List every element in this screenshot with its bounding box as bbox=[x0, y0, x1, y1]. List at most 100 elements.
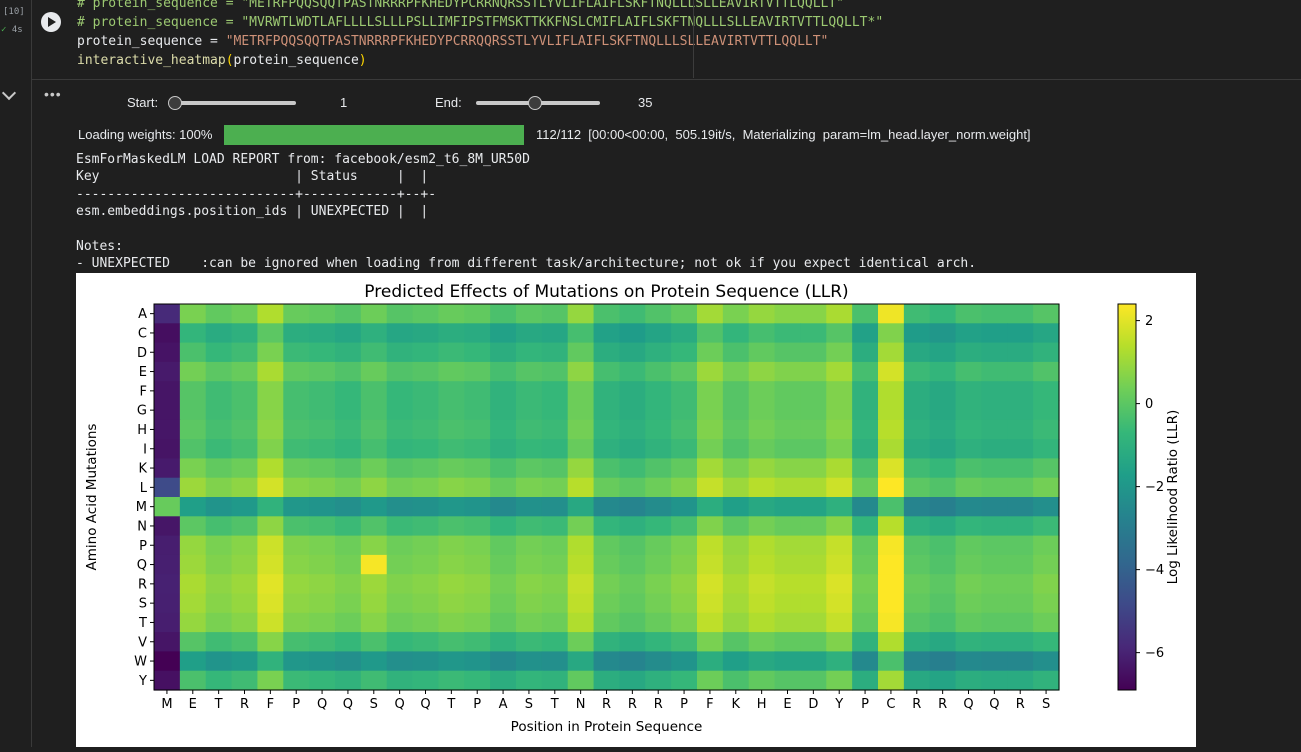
run-cell-button[interactable] bbox=[41, 12, 61, 32]
heatmap-cell bbox=[878, 651, 905, 672]
heatmap-cell bbox=[231, 593, 259, 614]
heatmap-cell bbox=[231, 400, 259, 421]
heatmap-cell bbox=[412, 535, 440, 556]
heatmap-cell bbox=[981, 516, 1008, 537]
heatmap-cell bbox=[412, 439, 440, 459]
heatmap-cell bbox=[438, 477, 465, 498]
heatmap-cell bbox=[386, 400, 414, 421]
heatmap-cell bbox=[826, 439, 853, 459]
heatmap-cell bbox=[903, 400, 931, 421]
heatmap-cell bbox=[412, 593, 440, 614]
heatmap-cell bbox=[800, 342, 827, 363]
heatmap-cell bbox=[567, 458, 595, 479]
heatmap-cell bbox=[826, 458, 853, 479]
heatmap-cell bbox=[722, 612, 750, 633]
heatmap-cell bbox=[283, 632, 310, 652]
heatmap-cell bbox=[903, 516, 931, 537]
heatmap-cell bbox=[774, 574, 802, 595]
heatmap-cell bbox=[335, 593, 362, 614]
heatmap-cell bbox=[516, 342, 543, 363]
heatmap-cell bbox=[929, 535, 957, 556]
heatmap-cell bbox=[386, 554, 414, 575]
heatmap-cell bbox=[516, 535, 543, 556]
heatmap-cell bbox=[671, 361, 698, 382]
heatmap-cell bbox=[154, 342, 181, 363]
heatmap-cell bbox=[878, 439, 905, 459]
heatmap-cell bbox=[464, 304, 491, 324]
heatmap-cell bbox=[1033, 516, 1060, 537]
heatmap-cell bbox=[335, 477, 362, 498]
heatmap-cell bbox=[697, 516, 724, 537]
heatmap-cell bbox=[593, 670, 621, 691]
heatmap-cell bbox=[593, 497, 621, 517]
heatmap-cell bbox=[671, 400, 698, 421]
heatmap-cell bbox=[1033, 458, 1060, 479]
heatmap-cell bbox=[257, 497, 284, 517]
heatmap-cell bbox=[619, 323, 646, 344]
heatmap-cell bbox=[205, 477, 233, 498]
heatmap-cell bbox=[438, 535, 465, 556]
code-paren: ) bbox=[358, 53, 367, 68]
heatmap-cell bbox=[981, 651, 1008, 672]
start-slider-track[interactable] bbox=[174, 101, 296, 105]
heatmap-cell bbox=[1033, 419, 1060, 440]
x-tick-label: M bbox=[161, 697, 172, 712]
heatmap-cell bbox=[645, 381, 672, 402]
heatmap-cell bbox=[516, 381, 543, 402]
heatmap-cell bbox=[257, 574, 284, 595]
heatmap-cell bbox=[412, 458, 440, 479]
heatmap-cell bbox=[438, 342, 465, 363]
heatmap-cell bbox=[1007, 554, 1034, 575]
heatmap-cell bbox=[774, 381, 802, 402]
heatmap-cell bbox=[593, 612, 621, 633]
heatmap-cell bbox=[567, 304, 595, 324]
heatmap-cell bbox=[697, 477, 724, 498]
heatmap-cell bbox=[748, 304, 776, 324]
heatmap-cell bbox=[516, 323, 543, 344]
end-slider-handle[interactable] bbox=[528, 96, 543, 110]
output-menu-icon[interactable]: ••• bbox=[44, 86, 62, 102]
heatmap-cell bbox=[671, 342, 698, 363]
heatmap-cell bbox=[671, 574, 698, 595]
heatmap-cell bbox=[903, 458, 931, 479]
heatmap-cell bbox=[593, 400, 621, 421]
heatmap-cell bbox=[412, 632, 440, 652]
heatmap-cell bbox=[464, 612, 491, 633]
heatmap-cell bbox=[360, 554, 388, 575]
heatmap-cell bbox=[1007, 342, 1034, 363]
heatmap-cell bbox=[593, 477, 621, 498]
heatmap-cell bbox=[438, 304, 465, 324]
heatmap-cell bbox=[800, 497, 827, 517]
heatmap-cell bbox=[205, 651, 233, 672]
heatmap-cell bbox=[645, 516, 672, 537]
heatmap-cell bbox=[903, 304, 931, 324]
heatmap-cell bbox=[774, 323, 802, 344]
heatmap-cell bbox=[748, 458, 776, 479]
heatmap-cell bbox=[154, 419, 181, 440]
heatmap-cell bbox=[335, 651, 362, 672]
heatmap-cell bbox=[490, 439, 517, 459]
heatmap-cell bbox=[309, 477, 336, 498]
y-tick-label: C bbox=[138, 326, 147, 341]
heatmap-cell bbox=[697, 342, 724, 363]
heatmap-cell bbox=[619, 439, 646, 459]
heatmap-cell bbox=[205, 554, 233, 575]
heatmap-cell bbox=[1033, 361, 1060, 382]
heatmap-cell bbox=[929, 612, 957, 633]
heatmap-cell bbox=[981, 342, 1008, 363]
heatmap-cell bbox=[852, 400, 879, 421]
start-slider-handle[interactable] bbox=[168, 96, 182, 110]
heatmap-cell bbox=[671, 323, 698, 344]
x-tick-label: R bbox=[654, 697, 663, 712]
heatmap-cell bbox=[283, 477, 310, 498]
x-tick-label: S bbox=[525, 697, 533, 712]
heatmap-cell bbox=[335, 497, 362, 517]
heatmap-cell bbox=[360, 632, 388, 652]
heatmap-cell bbox=[335, 458, 362, 479]
heatmap-cell bbox=[722, 477, 750, 498]
heatmap-cell bbox=[955, 516, 983, 537]
code-editor[interactable]: # protein_sequence = "METRFPQQSQQTPASTNR… bbox=[77, 0, 883, 70]
x-tick-label: C bbox=[886, 697, 895, 712]
heatmap-cell bbox=[257, 323, 284, 344]
heatmap-cell bbox=[309, 554, 336, 575]
